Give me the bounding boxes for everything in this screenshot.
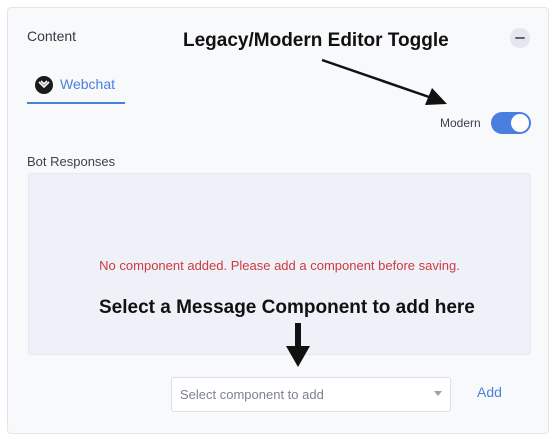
webchat-logo-icon <box>35 76 53 94</box>
content-panel: Content Webchat Modern Bot Responses No … <box>7 7 549 434</box>
toggle-knob <box>511 114 529 132</box>
tab-label: Webchat <box>60 76 115 92</box>
add-button[interactable]: Add <box>477 384 502 400</box>
collapse-button[interactable] <box>510 28 530 48</box>
bot-responses-label: Bot Responses <box>27 154 116 169</box>
toggle-annotation: Legacy/Modern Editor Toggle <box>183 30 449 51</box>
section-title: Content <box>27 28 77 44</box>
tab-webchat[interactable]: Webchat <box>27 74 125 104</box>
empty-state-message: No component added. Please add a compone… <box>99 258 460 273</box>
component-select[interactable]: Select component to add <box>171 377 451 412</box>
bot-responses-area: No component added. Please add a compone… <box>28 173 531 355</box>
component-annotation: Select a Message Component to add here <box>99 297 475 318</box>
select-placeholder: Select component to add <box>180 387 324 402</box>
caret-down-icon <box>434 391 442 396</box>
editor-toggle[interactable] <box>491 112 531 134</box>
editor-toggle-label: Modern <box>440 116 481 130</box>
